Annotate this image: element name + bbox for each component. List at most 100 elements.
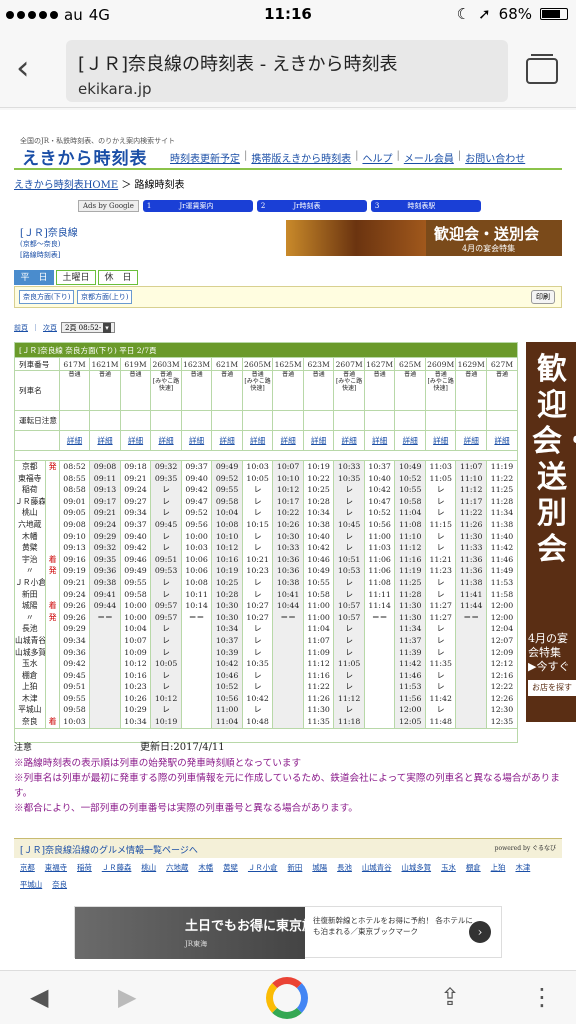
breadcrumb-home[interactable]: えきから時刻表HOME	[14, 180, 118, 191]
gourmet-station-link[interactable]: 山城多賀	[401, 862, 431, 873]
detail-link[interactable]: 詳細	[372, 436, 387, 445]
detail-link[interactable]: 詳細	[128, 436, 143, 445]
station-name[interactable]: 東福寺	[15, 473, 44, 485]
dep-arr-mark	[47, 704, 59, 716]
gourmet-station-link[interactable]: 木津	[515, 862, 530, 873]
station-name[interactable]: 長池	[15, 623, 44, 635]
ad-link[interactable]: 2 Jr時刻表	[256, 200, 367, 212]
station-name[interactable]: 木幡	[15, 531, 44, 543]
line-map-link[interactable]: [路線時刻表]	[20, 250, 78, 261]
share-icon[interactable]: ⇪	[440, 983, 460, 1011]
gourmet-station-link[interactable]: 奈良	[52, 879, 67, 890]
ad-link[interactable]: 3 時刻表駅	[370, 200, 481, 212]
detail-link[interactable]: 詳細	[403, 436, 418, 445]
station-name[interactable]: 木津	[15, 693, 44, 705]
direction-up-button[interactable]: 京都方面(上り)	[77, 290, 133, 304]
chevron-right-icon[interactable]: ›	[469, 921, 491, 943]
time-cell: 12:30	[490, 705, 514, 715]
prev-page-link[interactable]: 前頁	[14, 323, 28, 333]
day-tab[interactable]: 土曜日	[56, 270, 96, 285]
bottom-ad[interactable]: 土日でもお得に東京旅行 JR東海 往復新幹線とホテルをお得に予約！ 各ホテルにも…	[74, 906, 502, 959]
nav-link[interactable]: ヘルプ	[362, 150, 392, 165]
time-cell: 09:21	[124, 473, 147, 483]
detail-link[interactable]: 詳細	[464, 436, 479, 445]
station-name[interactable]: 山城多賀	[15, 647, 44, 659]
detail-link[interactable]: 詳細	[158, 436, 173, 445]
station-name[interactable]: 〃	[15, 612, 44, 624]
ad-link[interactable]: 1 Jr運賃案内	[142, 200, 253, 212]
station-name[interactable]: 上狛	[15, 681, 44, 693]
gourmet-station-link[interactable]: 黄檗	[223, 862, 238, 873]
nav-link[interactable]: お問い合わせ	[465, 150, 525, 165]
forward-arrow-icon[interactable]: ▶	[118, 983, 136, 1011]
station-name[interactable]: 玉水	[15, 658, 44, 670]
print-button[interactable]: 印刷	[531, 290, 555, 304]
station-name[interactable]: 宇治	[15, 554, 44, 566]
gourmet-station-link[interactable]: 稲荷	[77, 862, 92, 873]
nav-link[interactable]: メール会員	[404, 150, 454, 165]
detail-link[interactable]: 詳細	[311, 436, 326, 445]
site-logo[interactable]: えきから時刻表	[22, 144, 148, 169]
detail-link[interactable]: 詳細	[281, 436, 296, 445]
gourmet-station-link[interactable]: 木幡	[198, 862, 213, 873]
next-page-link[interactable]: 次頁	[43, 323, 57, 333]
gourmet-station-link[interactable]: 山城青谷	[362, 862, 392, 873]
station-name[interactable]: ＪＲ小倉	[15, 577, 44, 589]
ads-by-google[interactable]: Ads by Google	[78, 200, 139, 212]
station-name[interactable]: 黄檗	[15, 542, 44, 554]
station-name[interactable]: 桃山	[15, 507, 44, 519]
side-ad-button[interactable]: お店を探す	[528, 680, 576, 696]
gourmet-station-link[interactable]: 棚倉	[466, 862, 481, 873]
notice-cell	[485, 410, 519, 431]
banner-ad[interactable]: 歓迎会・送別会 4月の宴会特集	[286, 220, 562, 256]
ad-link-label: Jr時刻表	[293, 202, 321, 210]
gourmet-station-link[interactable]: 東福寺	[45, 862, 67, 873]
gourmet-station-link[interactable]: 新田	[288, 862, 303, 873]
detail-link[interactable]: 詳細	[342, 436, 357, 445]
address-bar[interactable]: [ＪＲ]奈良線の時刻表 - えきから時刻表 ekikara.jp	[66, 40, 508, 102]
detail-link[interactable]: 詳細	[494, 436, 509, 445]
detail-link[interactable]: 詳細	[67, 436, 82, 445]
gourmet-station-link[interactable]: 長池	[337, 862, 352, 873]
time-cell: レ	[436, 635, 445, 645]
gourmet-station-link[interactable]: 玉水	[441, 862, 456, 873]
tabs-icon[interactable]	[526, 54, 558, 84]
direction-down-button[interactable]: 奈良方面(下り)	[19, 290, 75, 304]
station-name[interactable]: 奈良	[15, 716, 44, 727]
gourmet-station-link[interactable]: 京都	[20, 862, 35, 873]
station-name[interactable]: 〃	[15, 565, 44, 577]
day-tab[interactable]: 休 日	[98, 270, 138, 285]
google-logo-icon[interactable]	[266, 977, 308, 1019]
back-button[interactable]: ‹	[16, 48, 30, 88]
station-name[interactable]: 稲荷	[15, 484, 44, 496]
station-name[interactable]: ＪＲ藤森	[15, 496, 44, 508]
gourmet-station-link[interactable]: 城陽	[312, 862, 327, 873]
day-tab[interactable]: 平 日	[14, 270, 54, 285]
station-name[interactable]: 新田	[15, 589, 44, 601]
station-name[interactable]: 京都	[15, 461, 44, 472]
gourmet-station-link[interactable]: ＪＲ藤森	[102, 862, 132, 873]
page-select[interactable]: 2頁 08:52- ▾	[61, 322, 115, 333]
line-name[interactable]: [ＪＲ]奈良線	[20, 228, 78, 239]
detail-link[interactable]: 詳細	[250, 436, 265, 445]
gourmet-station-link[interactable]: 上狛	[491, 862, 506, 873]
nav-link[interactable]: 時刻表更新予定	[170, 150, 240, 165]
more-menu-icon[interactable]: ⋮	[530, 983, 554, 1011]
gourmet-station-link[interactable]: 平城山	[20, 879, 42, 890]
gourmet-station-link[interactable]: ＪＲ小倉	[248, 862, 278, 873]
station-name[interactable]: 平城山	[15, 704, 44, 716]
nav-link[interactable]: 携帯版えきから時刻表	[251, 150, 351, 165]
detail-link[interactable]: 詳細	[219, 436, 234, 445]
detail-link[interactable]: 詳細	[97, 436, 112, 445]
detail-link[interactable]: 詳細	[433, 436, 448, 445]
back-arrow-icon[interactable]: ◀	[30, 983, 48, 1011]
station-name[interactable]: 棚倉	[15, 670, 44, 682]
station-name[interactable]: 城陽	[15, 600, 44, 612]
detail-link[interactable]: 詳細	[189, 436, 204, 445]
side-ad[interactable]: 歓迎会・送別会 4月の宴会特集▶今すぐ お店を探す	[526, 342, 576, 722]
gourmet-link[interactable]: [ＪＲ]奈良線沿線のグルメ情報一覧ページへ	[20, 846, 198, 856]
gourmet-station-link[interactable]: 桃山	[141, 862, 156, 873]
station-name[interactable]: 六地蔵	[15, 519, 44, 531]
gourmet-station-link[interactable]: 六地蔵	[166, 862, 188, 873]
station-name[interactable]: 山城青谷	[15, 635, 44, 647]
